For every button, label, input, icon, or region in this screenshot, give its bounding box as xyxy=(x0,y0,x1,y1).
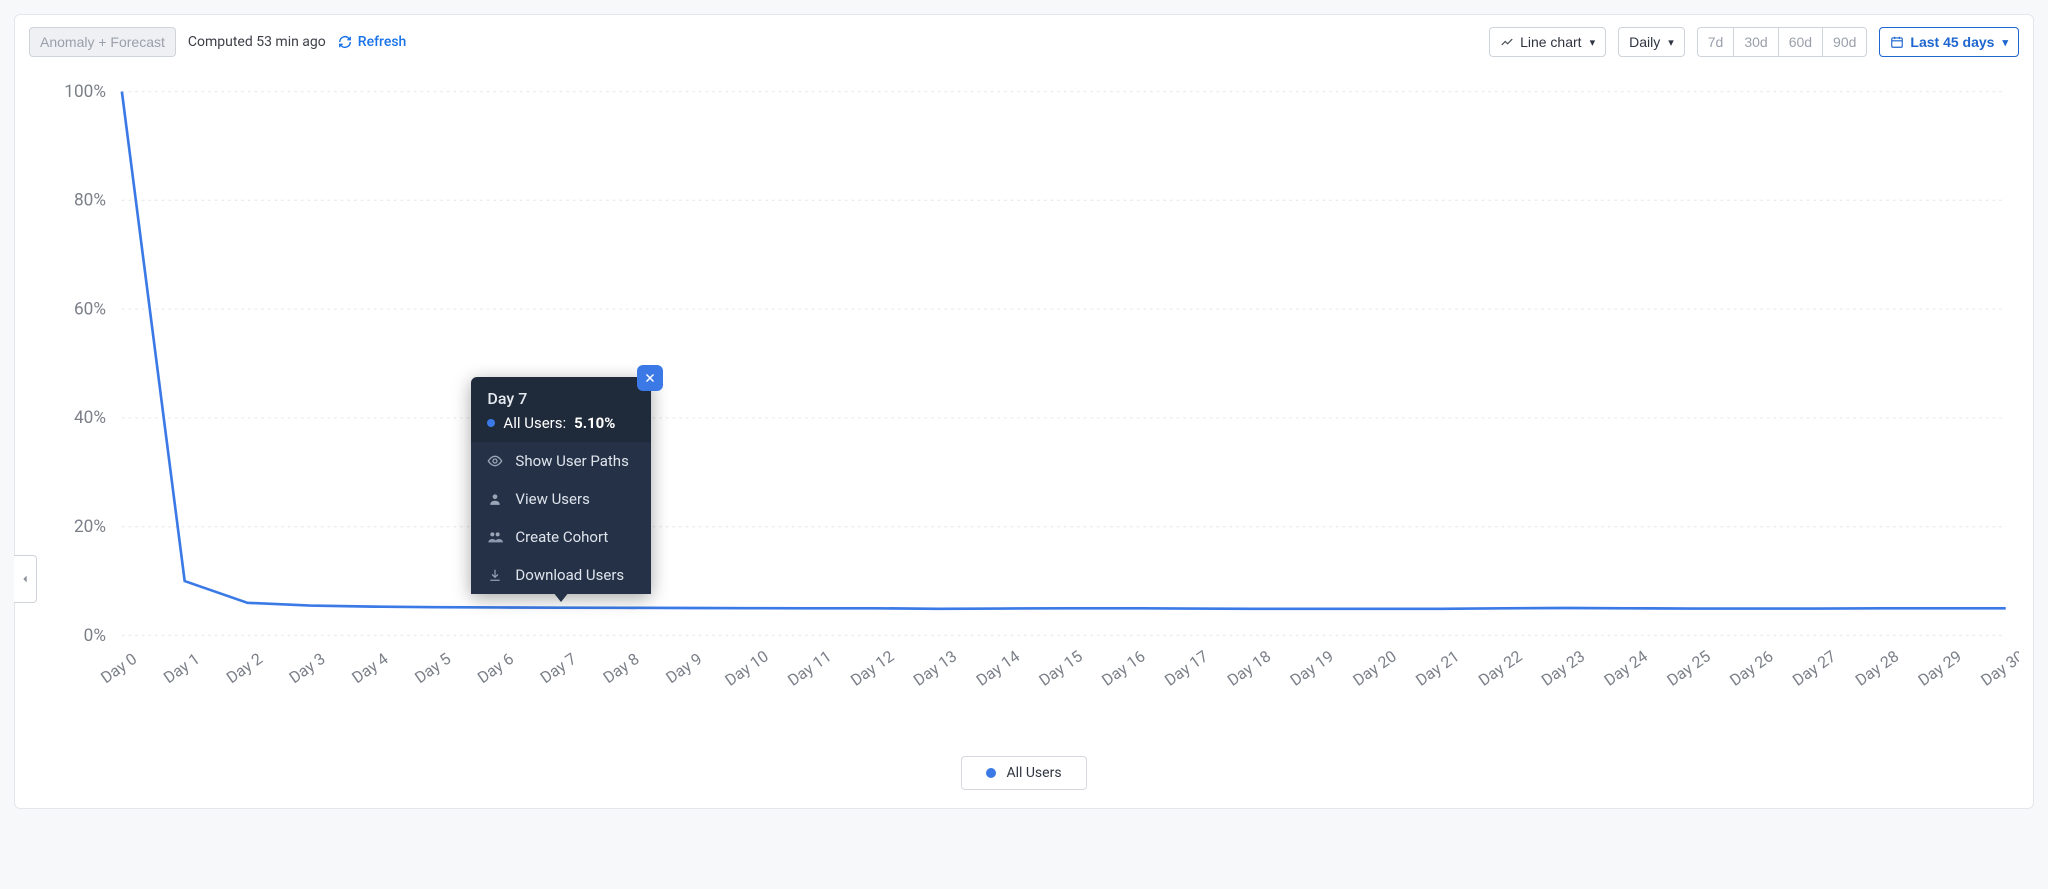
tooltip-close-button[interactable] xyxy=(637,365,663,391)
svg-text:Day 21: Day 21 xyxy=(1412,646,1462,689)
range-90d-button[interactable]: 90d xyxy=(1822,27,1867,57)
chart-toolbar: Anomaly + Forecast Computed 53 min ago R… xyxy=(29,27,2019,57)
range-7d-button[interactable]: 7d xyxy=(1697,27,1735,57)
svg-text:Day 25: Day 25 xyxy=(1663,646,1714,689)
svg-text:Day 3: Day 3 xyxy=(286,649,329,687)
date-range-picker[interactable]: Last 45 days ▾ xyxy=(1879,27,2019,57)
line-chart-icon xyxy=(1500,35,1514,49)
chevron-down-icon: ▾ xyxy=(2002,36,2008,49)
refresh-icon xyxy=(338,35,352,49)
svg-text:Day 9: Day 9 xyxy=(662,649,705,687)
tooltip-arrow xyxy=(553,592,569,602)
people-icon xyxy=(487,529,503,545)
chevron-left-icon xyxy=(20,572,30,586)
tooltip-menu-item[interactable]: Download Users xyxy=(471,556,651,594)
svg-text:Day 15: Day 15 xyxy=(1035,646,1086,689)
tooltip-menu-item[interactable]: Create Cohort xyxy=(471,518,651,556)
svg-text:Day 27: Day 27 xyxy=(1789,646,1840,689)
anomaly-forecast-button[interactable]: Anomaly + Forecast xyxy=(29,27,176,57)
svg-text:Day 14: Day 14 xyxy=(973,646,1024,689)
legend-item-all-users[interactable]: All Users xyxy=(961,756,1086,790)
retention-line-chart[interactable]: 0% 20% 40% 60% 80% 100% Day 0 Day 1 Day 2 Day 3 Da… xyxy=(29,65,2019,728)
svg-text:100%: 100% xyxy=(64,82,106,102)
tooltip-value: 5.10% xyxy=(574,414,615,432)
chart-type-label: Line chart xyxy=(1520,34,1581,50)
svg-text:Day 30: Day 30 xyxy=(1977,646,2019,689)
tooltip-menu-item[interactable]: Show User Paths xyxy=(471,442,651,480)
chevron-down-icon: ▾ xyxy=(1590,36,1596,49)
svg-text:Day 23: Day 23 xyxy=(1538,646,1588,689)
svg-text:Day 5: Day 5 xyxy=(411,649,454,687)
tooltip-series-label: All Users: xyxy=(503,414,566,432)
user-icon xyxy=(487,492,503,506)
chart-area: 0% 20% 40% 60% 80% 100% Day 0 Day 1 Day 2 Day 3 Da… xyxy=(29,65,2019,728)
svg-text:Day 4: Day 4 xyxy=(348,649,391,687)
svg-text:Day 10: Day 10 xyxy=(721,646,772,689)
tooltip-menu-item[interactable]: View Users xyxy=(471,480,651,518)
svg-text:Day 11: Day 11 xyxy=(784,646,834,689)
svg-text:20%: 20% xyxy=(74,517,106,537)
range-60d-button[interactable]: 60d xyxy=(1778,27,1823,57)
svg-text:Day 20: Day 20 xyxy=(1349,646,1400,689)
refresh-label: Refresh xyxy=(358,34,407,50)
svg-text:40%: 40% xyxy=(74,408,106,428)
svg-text:Day 7: Day 7 xyxy=(537,649,580,687)
chart-type-select[interactable]: Line chart ▾ xyxy=(1489,27,1606,57)
chevron-down-icon: ▾ xyxy=(1668,36,1674,49)
tooltip-series-dot xyxy=(487,419,495,427)
svg-text:60%: 60% xyxy=(74,299,106,319)
svg-text:Day 13: Day 13 xyxy=(910,646,960,689)
svg-text:Day 24: Day 24 xyxy=(1601,646,1652,689)
svg-text:Day 8: Day 8 xyxy=(599,649,642,687)
computed-time-label: Computed 53 min ago xyxy=(188,34,326,50)
side-expand-tab[interactable] xyxy=(14,555,37,603)
svg-text:Day 26: Day 26 xyxy=(1726,646,1777,689)
legend-dot xyxy=(986,768,996,778)
interval-label: Daily xyxy=(1629,34,1660,50)
interval-select[interactable]: Daily ▾ xyxy=(1618,27,1685,57)
svg-text:Day 2: Day 2 xyxy=(223,649,266,687)
tooltip-title: Day 7 xyxy=(487,389,635,408)
legend-label: All Users xyxy=(1006,765,1061,781)
quick-range-group: 7d 30d 60d 90d xyxy=(1697,27,1868,57)
svg-text:Day 17: Day 17 xyxy=(1161,646,1212,689)
svg-text:0%: 0% xyxy=(84,626,106,646)
svg-text:Day 18: Day 18 xyxy=(1224,646,1275,689)
svg-text:Day 19: Day 19 xyxy=(1287,646,1337,689)
date-range-label: Last 45 days xyxy=(1910,34,1994,50)
svg-text:Day 1: Day 1 xyxy=(160,649,203,687)
svg-text:Day 22: Day 22 xyxy=(1475,646,1526,689)
eye-icon xyxy=(487,453,503,469)
chart-panel: Anomaly + Forecast Computed 53 min ago R… xyxy=(14,14,2034,809)
calendar-icon xyxy=(1890,35,1904,49)
svg-text:Day 0: Day 0 xyxy=(97,649,140,687)
download-icon xyxy=(487,568,503,582)
chart-legend: All Users xyxy=(29,756,2019,790)
svg-text:Day 12: Day 12 xyxy=(847,646,898,689)
close-icon xyxy=(644,372,656,384)
datapoint-tooltip: Day 7 All Users: 5.10% Show User PathsVi… xyxy=(471,377,651,594)
svg-text:Day 28: Day 28 xyxy=(1852,646,1903,689)
svg-text:Day 29: Day 29 xyxy=(1915,646,1965,689)
svg-text:80%: 80% xyxy=(74,191,106,211)
svg-text:Day 16: Day 16 xyxy=(1098,646,1149,689)
range-30d-button[interactable]: 30d xyxy=(1733,27,1778,57)
tooltip-menu: Show User PathsView UsersCreate CohortDo… xyxy=(471,442,651,594)
svg-text:Day 6: Day 6 xyxy=(474,649,517,687)
refresh-button[interactable]: Refresh xyxy=(338,34,407,50)
